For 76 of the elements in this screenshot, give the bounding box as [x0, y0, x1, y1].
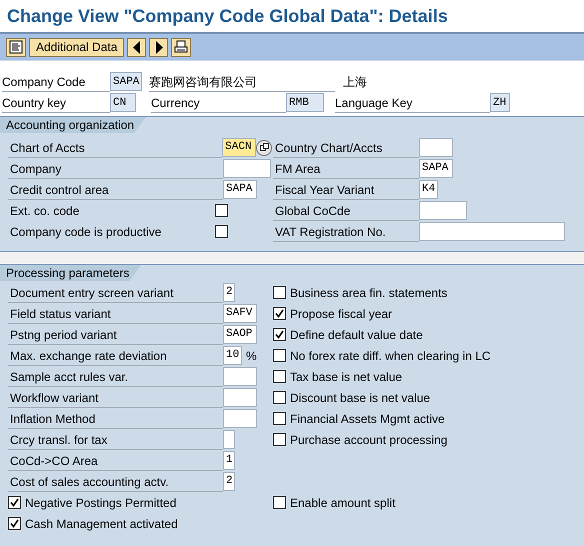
checkbox-label: Propose fiscal year [290, 306, 392, 320]
language-key-field[interactable]: ZH [490, 93, 510, 112]
input-field[interactable] [419, 201, 467, 220]
checkbox-label: Business area fin. statements [290, 286, 448, 300]
input-field[interactable]: 10 [223, 346, 242, 365]
checkbox[interactable] [8, 496, 21, 509]
details-button[interactable] [6, 38, 26, 56]
value-help-icon[interactable] [256, 140, 272, 156]
checkbox[interactable] [273, 307, 286, 320]
field-label: Cost of sales accounting actv. [8, 472, 223, 492]
additional-data-button[interactable]: Additional Data [29, 38, 124, 56]
print-button[interactable] [171, 38, 192, 56]
field-label: CoCd->CO Area [8, 450, 223, 470]
checkbox[interactable] [273, 370, 286, 383]
field-label: Document entry screen variant [8, 282, 223, 302]
field-label: Pstng period variant [8, 324, 223, 344]
checkbox-label: Ext. co. code [9, 202, 80, 220]
field-label: Workflow variant [8, 388, 223, 408]
currency-field[interactable]: RMB [286, 93, 324, 112]
checkbox[interactable] [273, 412, 286, 425]
input-field[interactable] [223, 388, 257, 407]
checkbox[interactable] [273, 328, 286, 341]
input-field[interactable]: 2 [223, 283, 235, 302]
country-key-field[interactable]: CN [110, 93, 136, 112]
input-field[interactable]: K4 [419, 180, 438, 199]
checkbox-label: Enable amount split [290, 496, 396, 510]
unit-text: % [246, 348, 257, 362]
company-code-field[interactable]: SAPA [110, 72, 142, 91]
field-label: Max. exchange rate deviation [8, 346, 223, 366]
previous-button[interactable] [127, 38, 146, 56]
checkbox-label: Purchase account processing [290, 432, 448, 446]
checkbox-label: Discount base is net value [290, 390, 430, 404]
checkbox-label: Company code is productive [9, 224, 162, 240]
field-label: Company [8, 158, 223, 178]
checkbox[interactable] [8, 517, 21, 530]
input-field[interactable] [419, 138, 453, 157]
input-field[interactable] [223, 159, 271, 178]
checkbox[interactable] [273, 496, 286, 509]
field-label: Inflation Method [8, 408, 223, 428]
field-label: Sample acct rules var. [8, 366, 223, 386]
company-name-text: 赛跑网咨询有限公司 [149, 72, 335, 92]
document-icon [9, 40, 23, 54]
checkbox-label: Cash Management activated [25, 516, 178, 530]
checkbox[interactable] [273, 391, 286, 404]
input-field[interactable] [223, 409, 257, 428]
group-title: Processing parameters [0, 265, 142, 281]
input-field[interactable]: 1 [223, 451, 235, 470]
checkbox[interactable] [215, 225, 228, 238]
input-field[interactable]: SAPA [223, 180, 257, 199]
field-label: Chart of Accts [8, 138, 222, 158]
left-triangle-icon [132, 40, 141, 54]
field-label: Field status variant [8, 304, 223, 324]
checkbox[interactable] [273, 349, 286, 362]
checkbox-label: Negative Postings Permitted [25, 496, 176, 510]
checkbox[interactable] [215, 204, 228, 217]
input-field[interactable] [223, 430, 235, 449]
checkbox-label: Tax base is net value [290, 370, 402, 384]
group-title: Accounting organization [0, 117, 146, 133]
input-field[interactable]: SAPA [419, 159, 453, 178]
field-label: Credit control area [8, 180, 223, 200]
field-label: Crcy transl. for tax [8, 430, 223, 450]
printer-icon [174, 40, 188, 54]
checkbox-label: No forex rate diff. when clearing in LC [290, 348, 491, 362]
checkbox-label: Define default value date [290, 328, 423, 342]
input-field[interactable] [223, 367, 257, 386]
input-field[interactable]: SAFV [223, 304, 257, 323]
input-field[interactable] [419, 222, 565, 241]
checkbox[interactable] [273, 433, 286, 446]
input-field[interactable]: SACN [222, 138, 256, 157]
right-triangle-icon [154, 40, 163, 54]
checkbox-label: Financial Assets Mgmt active [290, 412, 445, 426]
checkbox[interactable] [273, 286, 286, 299]
input-field[interactable]: SAOP [223, 325, 257, 344]
next-button[interactable] [149, 38, 168, 56]
city-text: 上海 [343, 74, 367, 90]
input-field[interactable]: 2 [223, 472, 235, 491]
